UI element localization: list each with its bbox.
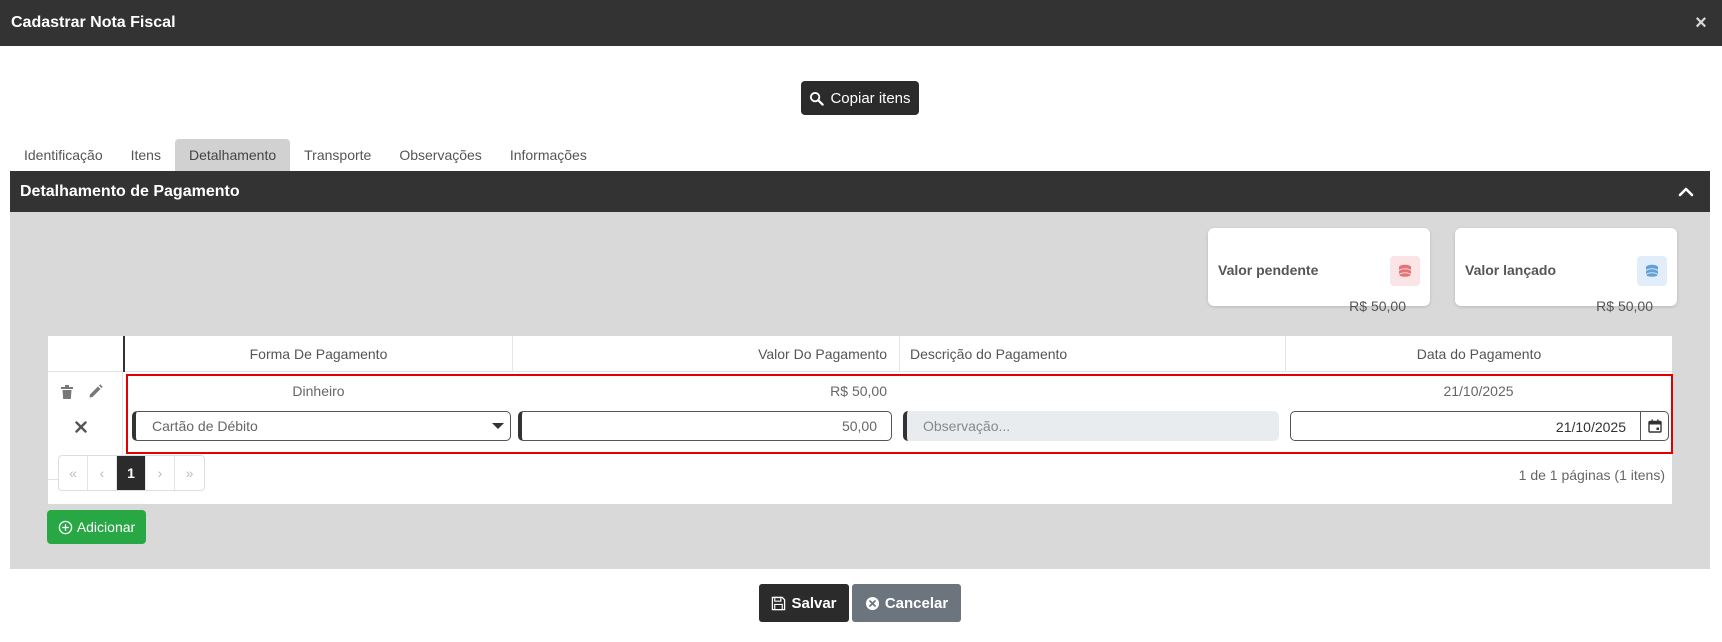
tab-identificacao[interactable]: Identificação bbox=[10, 139, 117, 171]
payment-panel-header[interactable]: Detalhamento de Pagamento bbox=[10, 171, 1710, 212]
tab-observacoes[interactable]: Observações bbox=[385, 139, 495, 171]
column-header-descricao[interactable]: Descrição do Pagamento bbox=[899, 336, 1285, 372]
tab-detalhamento[interactable]: Detalhamento bbox=[174, 139, 291, 171]
save-button[interactable]: Salvar bbox=[759, 584, 849, 622]
tab-bar: Identificação Itens Detalhamento Transpo… bbox=[10, 139, 601, 171]
pending-value-card: Valor pendente R$ 50,00 bbox=[1208, 228, 1430, 314]
tab-transporte[interactable]: Transporte bbox=[290, 139, 385, 171]
highlighted-row-outline bbox=[126, 374, 1673, 454]
modal-header: Cadastrar Nota Fiscal × bbox=[0, 0, 1722, 46]
x-circle-icon bbox=[865, 596, 879, 610]
search-icon bbox=[810, 91, 825, 106]
next-page-button[interactable]: › bbox=[146, 456, 175, 490]
posted-value-label: Valor lançado bbox=[1465, 262, 1557, 278]
posted-value-card: Valor lançado R$ 50,00 bbox=[1455, 228, 1677, 314]
cancel-label: Cancelar bbox=[884, 594, 949, 612]
page-info: 1 de 1 páginas (1 itens) bbox=[1518, 467, 1665, 483]
tab-itens[interactable]: Itens bbox=[117, 139, 175, 171]
add-payment-label: Adicionar bbox=[76, 519, 136, 535]
tab-informacoes[interactable]: Informações bbox=[496, 139, 601, 171]
panel-title: Detalhamento de Pagamento bbox=[20, 183, 240, 200]
last-page-button[interactable]: » bbox=[175, 456, 204, 490]
coins-icon bbox=[1390, 256, 1420, 286]
add-payment-button[interactable]: Adicionar bbox=[47, 510, 146, 544]
posted-value-amount: R$ 50,00 bbox=[1596, 298, 1653, 314]
modal-title: Cadastrar Nota Fiscal bbox=[11, 14, 176, 31]
copy-items-label: Copiar itens bbox=[830, 89, 911, 107]
pencil-icon[interactable] bbox=[88, 384, 103, 399]
column-header-forma[interactable]: Forma De Pagamento bbox=[125, 336, 512, 372]
pending-value-amount: R$ 50,00 bbox=[1349, 298, 1406, 314]
grid-header: Forma De Pagamento Valor Do Pagamento De… bbox=[48, 336, 1672, 372]
cancel-button[interactable]: Cancelar bbox=[852, 584, 961, 622]
close-icon[interactable] bbox=[75, 421, 87, 433]
trash-icon[interactable] bbox=[61, 385, 73, 399]
save-label: Salvar bbox=[791, 594, 837, 612]
chevron-up-icon[interactable] bbox=[1677, 183, 1695, 201]
first-page-button[interactable]: « bbox=[59, 456, 88, 490]
coins-icon bbox=[1637, 256, 1667, 286]
pagination: « ‹ 1 › » bbox=[58, 455, 205, 491]
copy-items-button[interactable]: Copiar itens bbox=[801, 81, 919, 115]
page-number-button[interactable]: 1 bbox=[117, 456, 146, 490]
pending-value-label: Valor pendente bbox=[1218, 262, 1319, 278]
plus-circle-icon bbox=[58, 520, 73, 534]
column-header-valor[interactable]: Valor Do Pagamento bbox=[512, 336, 899, 372]
floppy-disk-icon bbox=[772, 596, 786, 610]
column-header-data[interactable]: Data do Pagamento bbox=[1285, 336, 1672, 372]
close-icon[interactable]: × bbox=[1692, 13, 1710, 33]
prev-page-button[interactable]: ‹ bbox=[88, 456, 117, 490]
